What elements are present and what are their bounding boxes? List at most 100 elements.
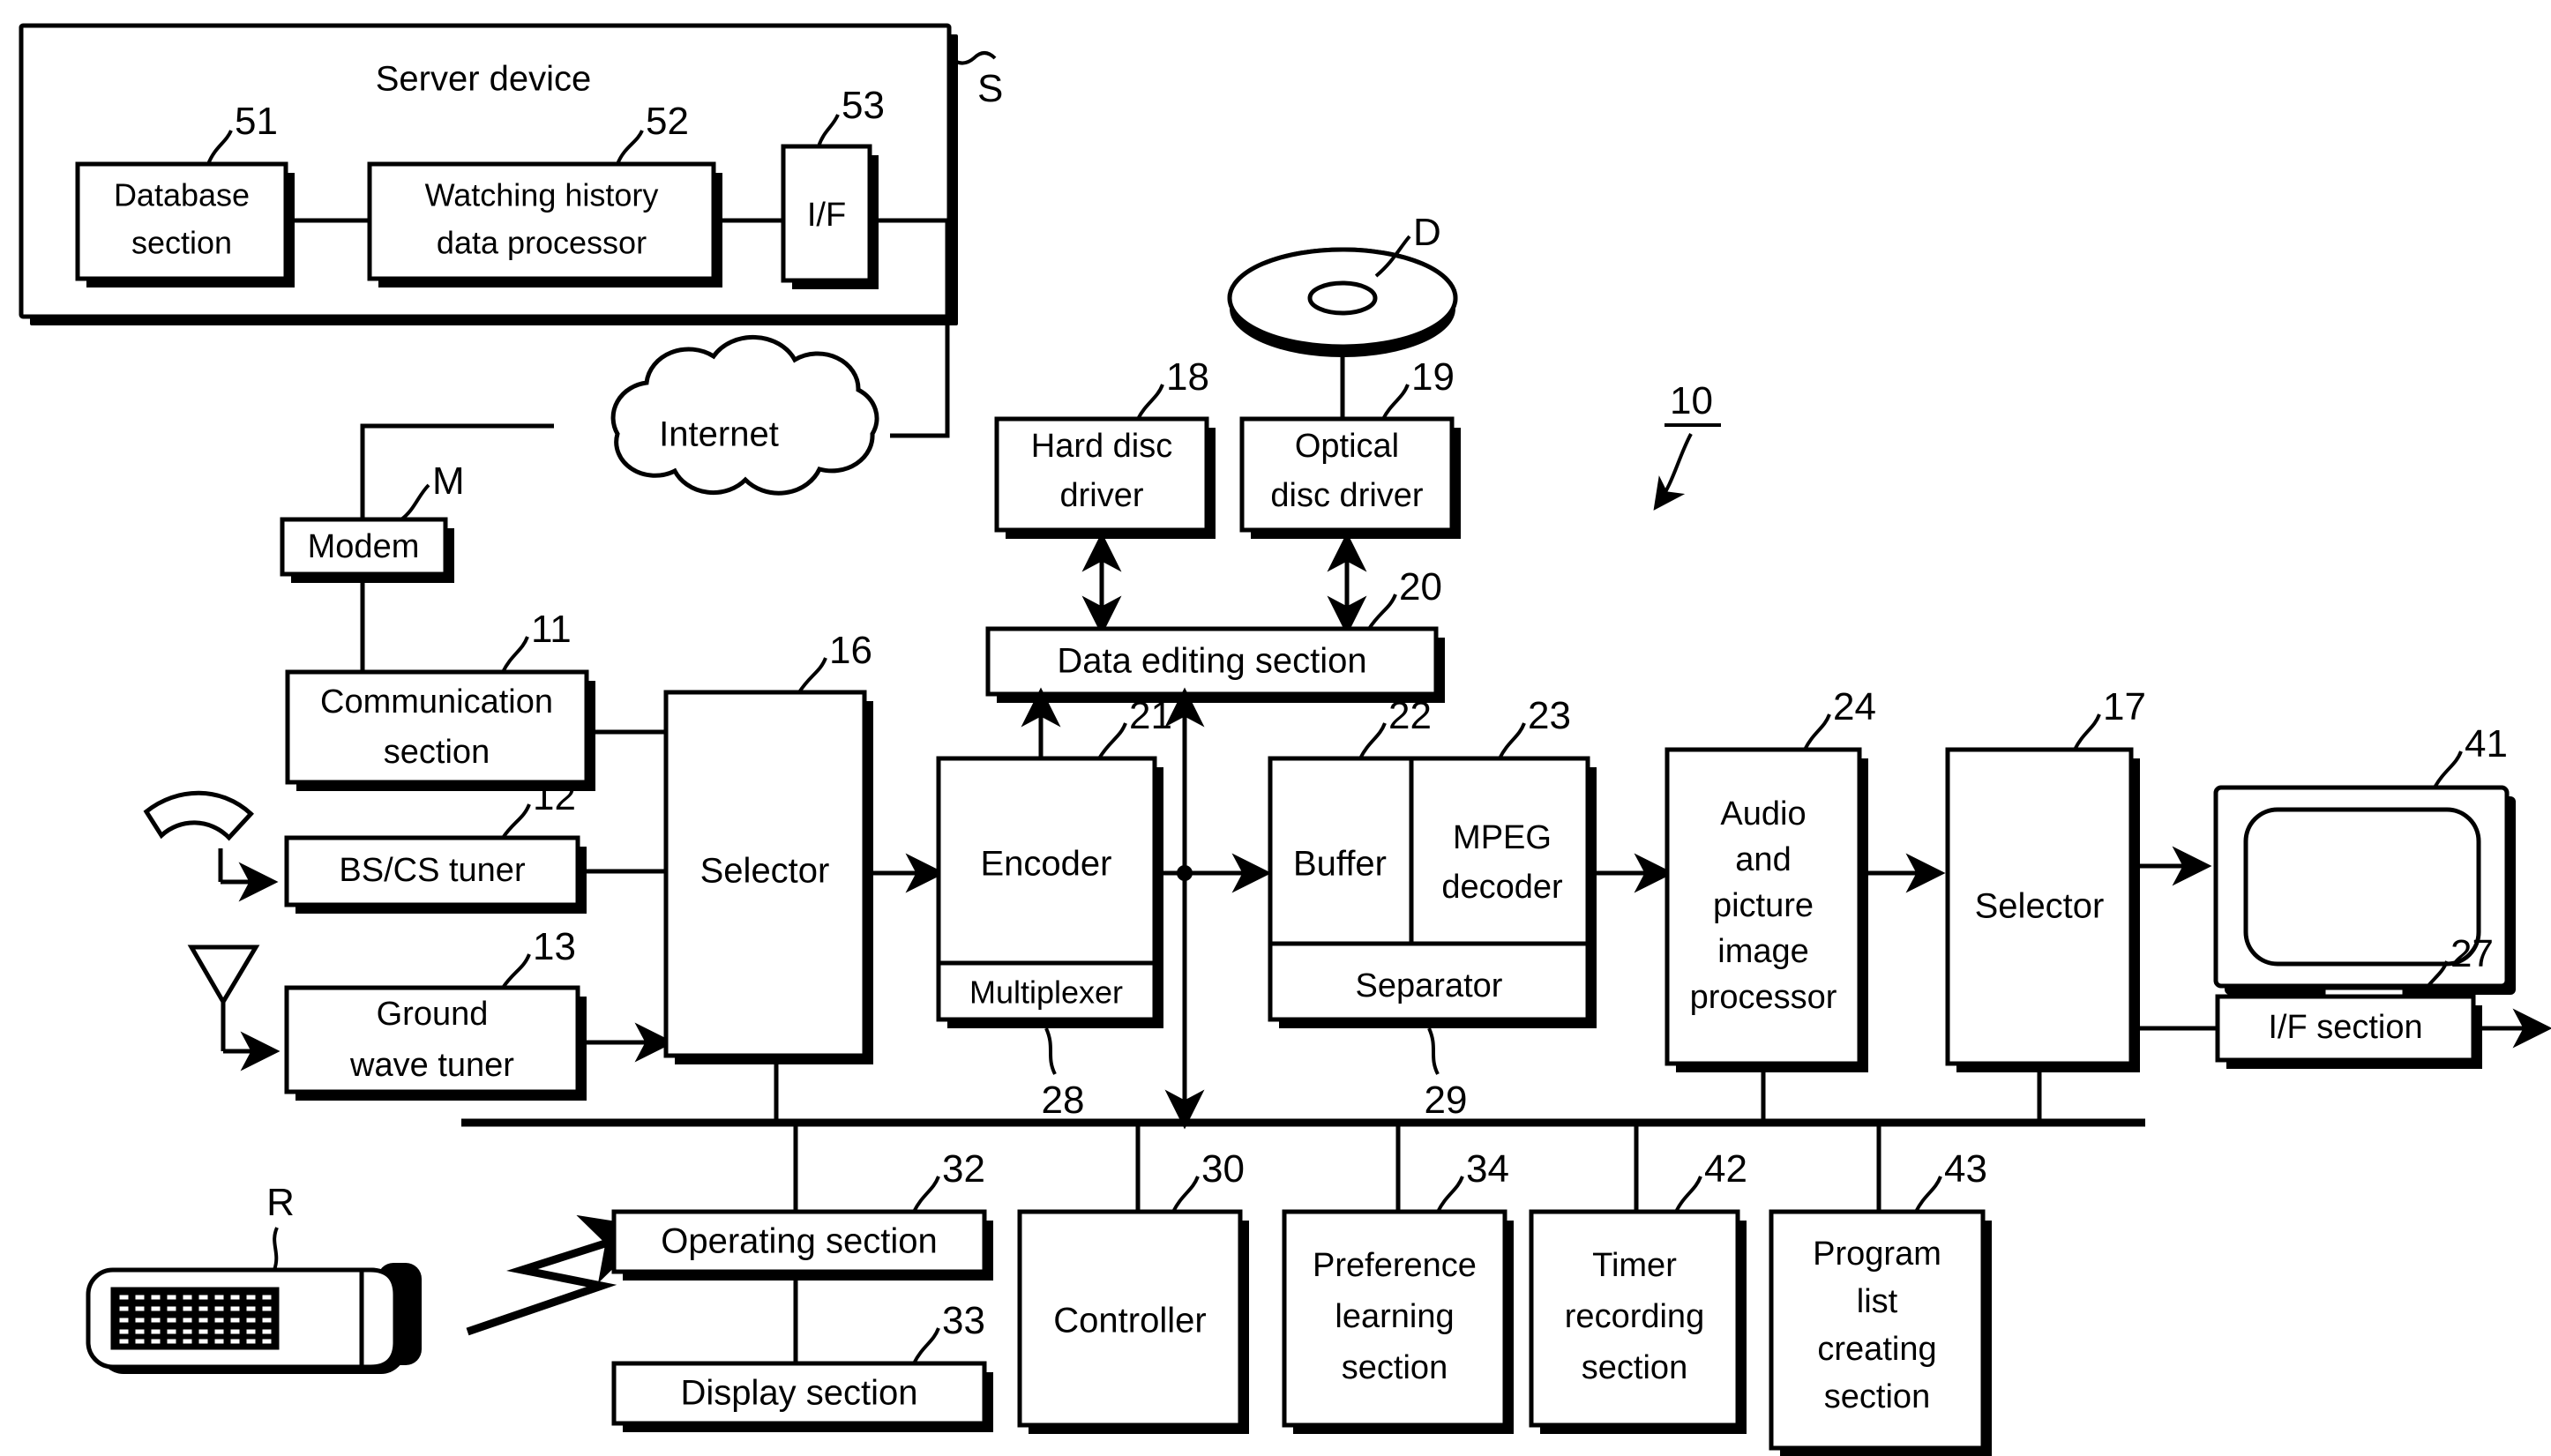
buffer-label: Buffer bbox=[1293, 845, 1387, 884]
watching-history-label-2: data processor bbox=[437, 225, 647, 261]
watching-history-label-1: Watching history bbox=[425, 177, 659, 213]
av-processor-label-1: Audio bbox=[1720, 795, 1806, 833]
ground-wave-tuner-label-1: Ground bbox=[377, 996, 489, 1033]
optical-disc-driver-label-2: disc driver bbox=[1270, 477, 1423, 514]
ref-33-leader bbox=[912, 1327, 940, 1364]
ref-28-label: 28 bbox=[1042, 1079, 1085, 1122]
data-editing-section-label: Data editing section bbox=[1057, 642, 1366, 681]
program-list-label-4: section bbox=[1824, 1378, 1930, 1415]
timer-label-2: recording bbox=[1565, 1298, 1704, 1335]
ref-42-label: 42 bbox=[1704, 1147, 1747, 1191]
ground-wave-tuner-label-2: wave tuner bbox=[349, 1047, 514, 1084]
block-diagram: Server device S Database section 51 Watc… bbox=[19, 23, 2551, 1456]
ref-19-leader bbox=[1381, 384, 1410, 420]
ref-43-leader bbox=[1914, 1176, 1942, 1213]
patent-figure-canvas: Server device S Database section 51 Watc… bbox=[0, 0, 2551, 1456]
program-list-label-3: creating bbox=[1817, 1331, 1936, 1368]
ref-19-label: 19 bbox=[1411, 355, 1455, 399]
preference-label-3: section bbox=[1342, 1349, 1448, 1386]
bscs-tuner-label: BS/CS tuner bbox=[339, 852, 526, 889]
preference-label-2: learning bbox=[1335, 1298, 1454, 1335]
ref-D-label: D bbox=[1413, 211, 1441, 254]
ref-29-leader bbox=[1427, 1027, 1440, 1075]
display-section-label: Display section bbox=[680, 1374, 917, 1413]
ref-17-leader bbox=[2073, 713, 2101, 750]
ref-12-label: 12 bbox=[533, 775, 576, 818]
ref-21-leader bbox=[1097, 722, 1127, 760]
ref-12-leader bbox=[501, 803, 531, 840]
ref-28-leader bbox=[1044, 1027, 1057, 1075]
ref-27-label: 27 bbox=[2450, 932, 2494, 975]
program-list-label-1: Program bbox=[1813, 1236, 1941, 1273]
mpeg-decoder-label-2: decoder bbox=[1441, 869, 1563, 906]
communication-section-label-1: Communication bbox=[320, 683, 553, 721]
separator-label: Separator bbox=[1356, 967, 1503, 1004]
ref-30-leader bbox=[1171, 1176, 1200, 1213]
controller-label: Controller bbox=[1053, 1302, 1206, 1340]
remote-control-icon[interactable] bbox=[86, 1263, 422, 1374]
if-section-label: I/F section bbox=[2268, 1009, 2422, 1046]
ref-24-label: 24 bbox=[1833, 685, 1876, 728]
ref-13-leader bbox=[501, 953, 531, 989]
ref-18-label: 18 bbox=[1166, 355, 1209, 399]
ref-34-label: 34 bbox=[1466, 1147, 1509, 1191]
ref-11-label: 11 bbox=[531, 608, 572, 651]
ref-17-label: 17 bbox=[2103, 685, 2146, 728]
av-processor-label-2: and bbox=[1735, 841, 1791, 878]
ref-42-leader bbox=[1674, 1176, 1702, 1213]
ref-23-leader bbox=[1498, 722, 1526, 759]
ref-32-label: 32 bbox=[942, 1147, 985, 1191]
communication-section-label-2: section bbox=[384, 734, 490, 771]
operating-section-label: Operating section bbox=[661, 1222, 938, 1261]
ref-10-leader bbox=[1653, 433, 1693, 511]
database-section-label-2: section bbox=[131, 225, 232, 261]
ref-16-label: 16 bbox=[829, 629, 872, 672]
selector-16-label: Selector bbox=[700, 852, 830, 891]
ref-21-label: 21 bbox=[1129, 694, 1172, 737]
ref-32-leader bbox=[912, 1176, 940, 1213]
ref-41-leader bbox=[2433, 750, 2463, 789]
ref-13-label: 13 bbox=[533, 925, 576, 968]
ref-33-label: 33 bbox=[942, 1299, 985, 1342]
ref-41-label: 41 bbox=[2465, 722, 2508, 765]
ref-24-leader bbox=[1803, 713, 1831, 750]
ref-11-leader bbox=[501, 636, 529, 673]
ref-34-leader bbox=[1436, 1176, 1464, 1213]
ref-18-leader bbox=[1136, 384, 1164, 420]
antenna-icon bbox=[187, 945, 260, 1051]
server-device-title: Server device bbox=[376, 60, 592, 99]
preference-label-1: Preference bbox=[1313, 1247, 1477, 1284]
optical-disc-icon bbox=[1227, 247, 1458, 357]
ref-22-leader bbox=[1358, 722, 1387, 759]
internet-label: Internet bbox=[659, 415, 779, 454]
modem-label: Modem bbox=[308, 528, 420, 565]
timer-label-1: Timer bbox=[1592, 1247, 1677, 1284]
ref-20-label: 20 bbox=[1399, 565, 1442, 609]
ref-30-label: 30 bbox=[1201, 1147, 1245, 1191]
ref-R-label: R bbox=[266, 1181, 295, 1224]
ref-10-label: 10 bbox=[1670, 379, 1713, 422]
av-processor-label-3: picture bbox=[1713, 887, 1814, 924]
ref-52-label: 52 bbox=[646, 100, 689, 143]
hard-disc-driver-label-1: Hard disc bbox=[1031, 428, 1173, 465]
database-section-label-1: Database bbox=[114, 177, 250, 213]
server-if-label: I/F bbox=[807, 197, 846, 234]
selector-17-label: Selector bbox=[1975, 887, 2105, 926]
ref-23-label: 23 bbox=[1528, 694, 1571, 737]
multiplexer-label: Multiplexer bbox=[969, 974, 1123, 1011]
ref-M-label: M bbox=[432, 459, 465, 503]
ref-20-leader bbox=[1367, 594, 1397, 631]
hard-disc-driver-label-2: driver bbox=[1059, 477, 1143, 514]
ref-M-leader bbox=[400, 483, 430, 521]
ref-51-label: 51 bbox=[235, 100, 278, 143]
timer-label-3: section bbox=[1582, 1349, 1687, 1386]
ref-16-leader bbox=[797, 657, 827, 694]
encoder-label: Encoder bbox=[981, 845, 1112, 884]
ref-22-label: 22 bbox=[1388, 694, 1432, 737]
ref-29-label: 29 bbox=[1425, 1079, 1468, 1122]
mpeg-decoder-label-1: MPEG bbox=[1453, 819, 1552, 856]
av-processor-label-5: processor bbox=[1690, 979, 1837, 1016]
ref-53-label: 53 bbox=[842, 84, 885, 127]
optical-disc-driver-label-1: Optical bbox=[1295, 428, 1399, 465]
av-processor-label-4: image bbox=[1717, 933, 1809, 970]
